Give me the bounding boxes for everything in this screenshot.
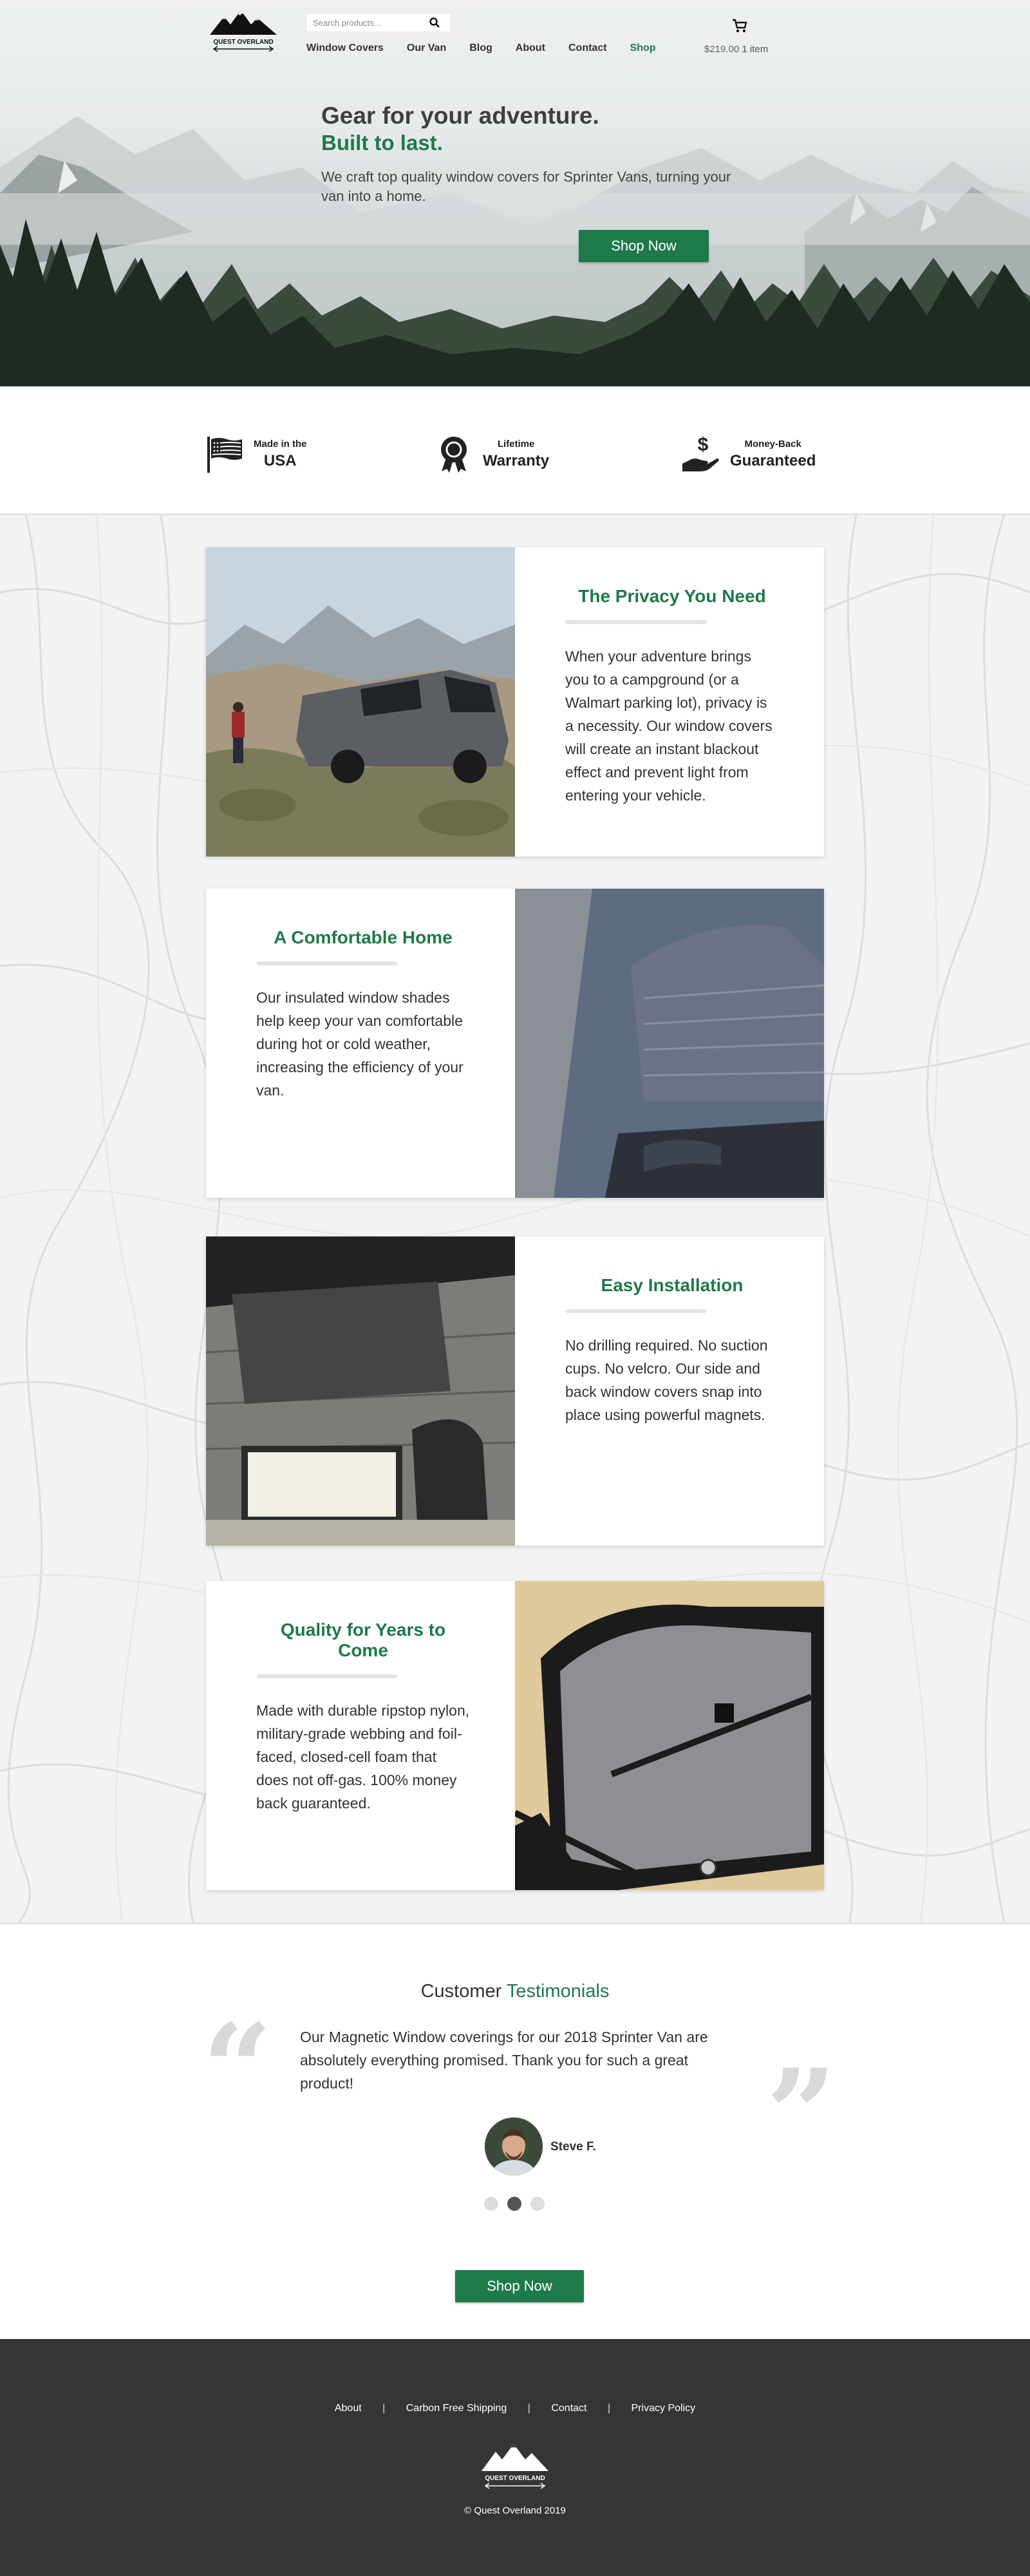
footer-logo-text: QUEST OVERLAND (485, 2475, 545, 2482)
avatar (485, 2117, 543, 2175)
feature-title: The Privacy You Need (578, 586, 766, 606)
feature-description: When your adventure brings you to a camp… (565, 648, 772, 804)
nav-shop[interactable]: Shop (630, 43, 656, 54)
feature-text: A Comfortable Home Our insulated window … (206, 889, 515, 1198)
feature-card-installation: Easy Installation No drilling required. … (206, 1236, 824, 1546)
footer-separator: | (382, 2403, 386, 2414)
close-quote-icon: ” (766, 2042, 837, 2186)
feature-title: Easy Installation (601, 1275, 744, 1295)
carousel-dot-1[interactable] (484, 2197, 498, 2211)
feature-card-privacy: The Privacy You Need When your adventure… (206, 547, 824, 857)
badge-big-text: USA (263, 451, 297, 469)
nav-window-covers[interactable]: Window Covers (306, 43, 384, 54)
trust-badges: Made in the USA Lifetime Warranty $ Mone… (0, 386, 1030, 515)
quest-overland-logo[interactable]: QUEST OVERLAND (205, 6, 282, 53)
testimonial-quote: Our Magnetic Window coverings for our 20… (300, 2029, 708, 2092)
van-door-window-cover-photo (515, 889, 824, 1198)
cart-summary[interactable]: $219.00 1 item (704, 44, 768, 55)
carousel-dots (484, 2197, 545, 2211)
hero-subtitle: Built to last. (321, 131, 443, 155)
badge-small-text: Made in the (254, 438, 307, 450)
footer-separator: | (527, 2403, 530, 2414)
badge-big-text: Guaranteed (730, 451, 816, 469)
feature-text: Quality for Years to Come Made with dura… (206, 1581, 515, 1890)
nav-our-van[interactable]: Our Van (407, 43, 446, 54)
hero-content: Gear for your adventure. Built to last. … (321, 102, 733, 206)
carousel-dot-3[interactable] (530, 2197, 545, 2211)
footer-link-about[interactable]: About (335, 2403, 362, 2414)
hero-banner: QUEST OVERLAND Window Covers Our Van Blo… (0, 0, 1030, 386)
section-divider (565, 620, 707, 625)
section-divider (565, 1309, 707, 1314)
search-input[interactable] (313, 17, 429, 28)
open-quote-icon: “ (202, 1997, 273, 2141)
window-cover-material-photo (515, 1581, 824, 1890)
award-ribbon-icon (441, 437, 467, 473)
badge-money-back: $ Money-Back Guaranteed (681, 434, 816, 474)
heading-prefix: Customer (420, 1981, 502, 2002)
nav-blog[interactable]: Blog (469, 43, 492, 54)
testimonials-section: Customer Testimonials “ Our Magnetic Win… (0, 1922, 1030, 2339)
hero-shop-now-button[interactable]: Shop Now (579, 230, 709, 262)
main-nav: Window Covers Our Van Blog About Contact… (306, 43, 679, 54)
feature-text: Easy Installation No drilling required. … (515, 1236, 824, 1546)
testimonials-heading: Customer Testimonials (0, 1981, 1030, 2002)
badge-lifetime-warranty: Lifetime Warranty (434, 434, 549, 474)
van-interior-covers-photo (206, 1236, 515, 1546)
heading-accent: Testimonials (506, 1981, 610, 2002)
badge-made-in-usa: Made in the USA (205, 434, 307, 474)
nav-contact[interactable]: Contact (568, 43, 607, 54)
svg-text:$: $ (698, 434, 709, 455)
footer-logo[interactable]: QUEST OVERLAND (476, 2439, 554, 2490)
badge-big-text: Warranty (483, 451, 550, 469)
cart-total-price: $219.00 (704, 44, 740, 55)
site-footer: About | Carbon Free Shipping | Contact |… (0, 2339, 1030, 2576)
badge-small-text: Lifetime (497, 438, 535, 450)
features-section: The Privacy You Need When your adventure… (0, 515, 1030, 1922)
shopping-cart-icon[interactable] (731, 17, 748, 34)
copyright-text: © Quest Overland 2019 (464, 2505, 566, 2516)
footer-link-contact[interactable]: Contact (551, 2403, 586, 2414)
hero-description: We craft top quality window covers for S… (321, 169, 731, 204)
nav-about[interactable]: About (516, 43, 545, 54)
footer-link-carbon-free-shipping[interactable]: Carbon Free Shipping (406, 2403, 507, 2414)
testimonials-shop-now-button[interactable]: Shop Now (455, 2270, 584, 2302)
footer-link-privacy-policy[interactable]: Privacy Policy (632, 2403, 696, 2414)
feature-card-comfort: A Comfortable Home Our insulated window … (206, 889, 824, 1198)
search-box (306, 14, 451, 32)
feature-text: The Privacy You Need When your adventure… (515, 547, 824, 857)
section-divider (256, 961, 398, 966)
logo-text: QUEST OVERLAND (213, 39, 273, 46)
cart-item-count: 1 item (742, 44, 769, 55)
hero-title: Gear for your adventure. (321, 102, 599, 129)
testimonial-author: Steve F. (550, 2140, 596, 2154)
section-divider (256, 1674, 398, 1679)
footer-separator: | (607, 2403, 611, 2414)
carousel-dot-2[interactable] (507, 2197, 521, 2211)
feature-title: A Comfortable Home (274, 927, 453, 947)
feature-description: Our insulated window shades help keep yo… (256, 989, 464, 1099)
feature-card-quality: Quality for Years to Come Made with dura… (206, 1581, 824, 1890)
feature-description: No drilling required. No suction cups. N… (565, 1337, 768, 1423)
site-header: QUEST OVERLAND Window Covers Our Van Blo… (0, 0, 1030, 71)
feature-title: Quality for Years to Come (280, 1620, 446, 1660)
usa-flag-icon (207, 437, 242, 473)
footer-links: About | Carbon Free Shipping | Contact |… (0, 2403, 1030, 2414)
search-icon[interactable] (429, 17, 440, 28)
badge-small-text: Money-Back (744, 438, 801, 450)
feature-description: Made with durable ripstop nylon, militar… (256, 1702, 470, 1812)
money-back-hand-icon: $ (682, 434, 719, 471)
van-desert-photo (206, 547, 515, 857)
